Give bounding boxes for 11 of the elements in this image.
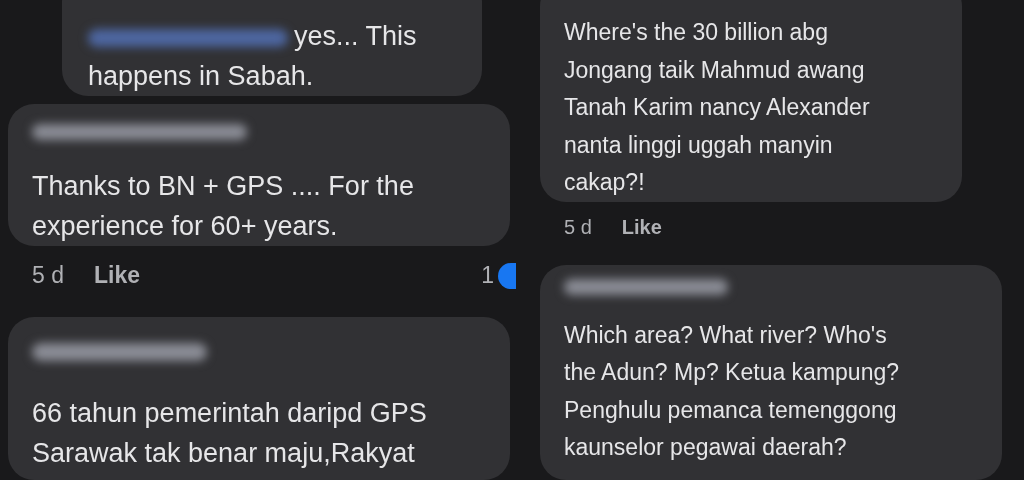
comment-text: yes... This happens in Sabah. (88, 20, 418, 93)
like-link[interactable]: Like (621, 215, 662, 239)
reaction-icon (498, 262, 516, 289)
like-link[interactable]: Like (94, 262, 140, 289)
reaction-count: 1 (481, 262, 494, 289)
comment-time: 5 d (564, 215, 592, 239)
comment-text: Which area? What river? Who's the Adun? Mp? Ketua kampung? Penghulu pemanca temenggong kaunselor pegawai daerah? (564, 320, 901, 462)
comment-time: 5 d (32, 262, 64, 289)
comment-text: Where's the 30 billion abg Jongang taik Mahmud awang Tanah Karim nancy Alexander nanta linggi uggah manyin cakap?! (564, 18, 871, 197)
comment-text: 66 tahun pemerintah daripd GPS Sarawak tak benar maju,Rakyat (32, 397, 428, 470)
comment-text: Thanks to BN + GPS .... For the experience for 60+ years. (32, 170, 415, 243)
